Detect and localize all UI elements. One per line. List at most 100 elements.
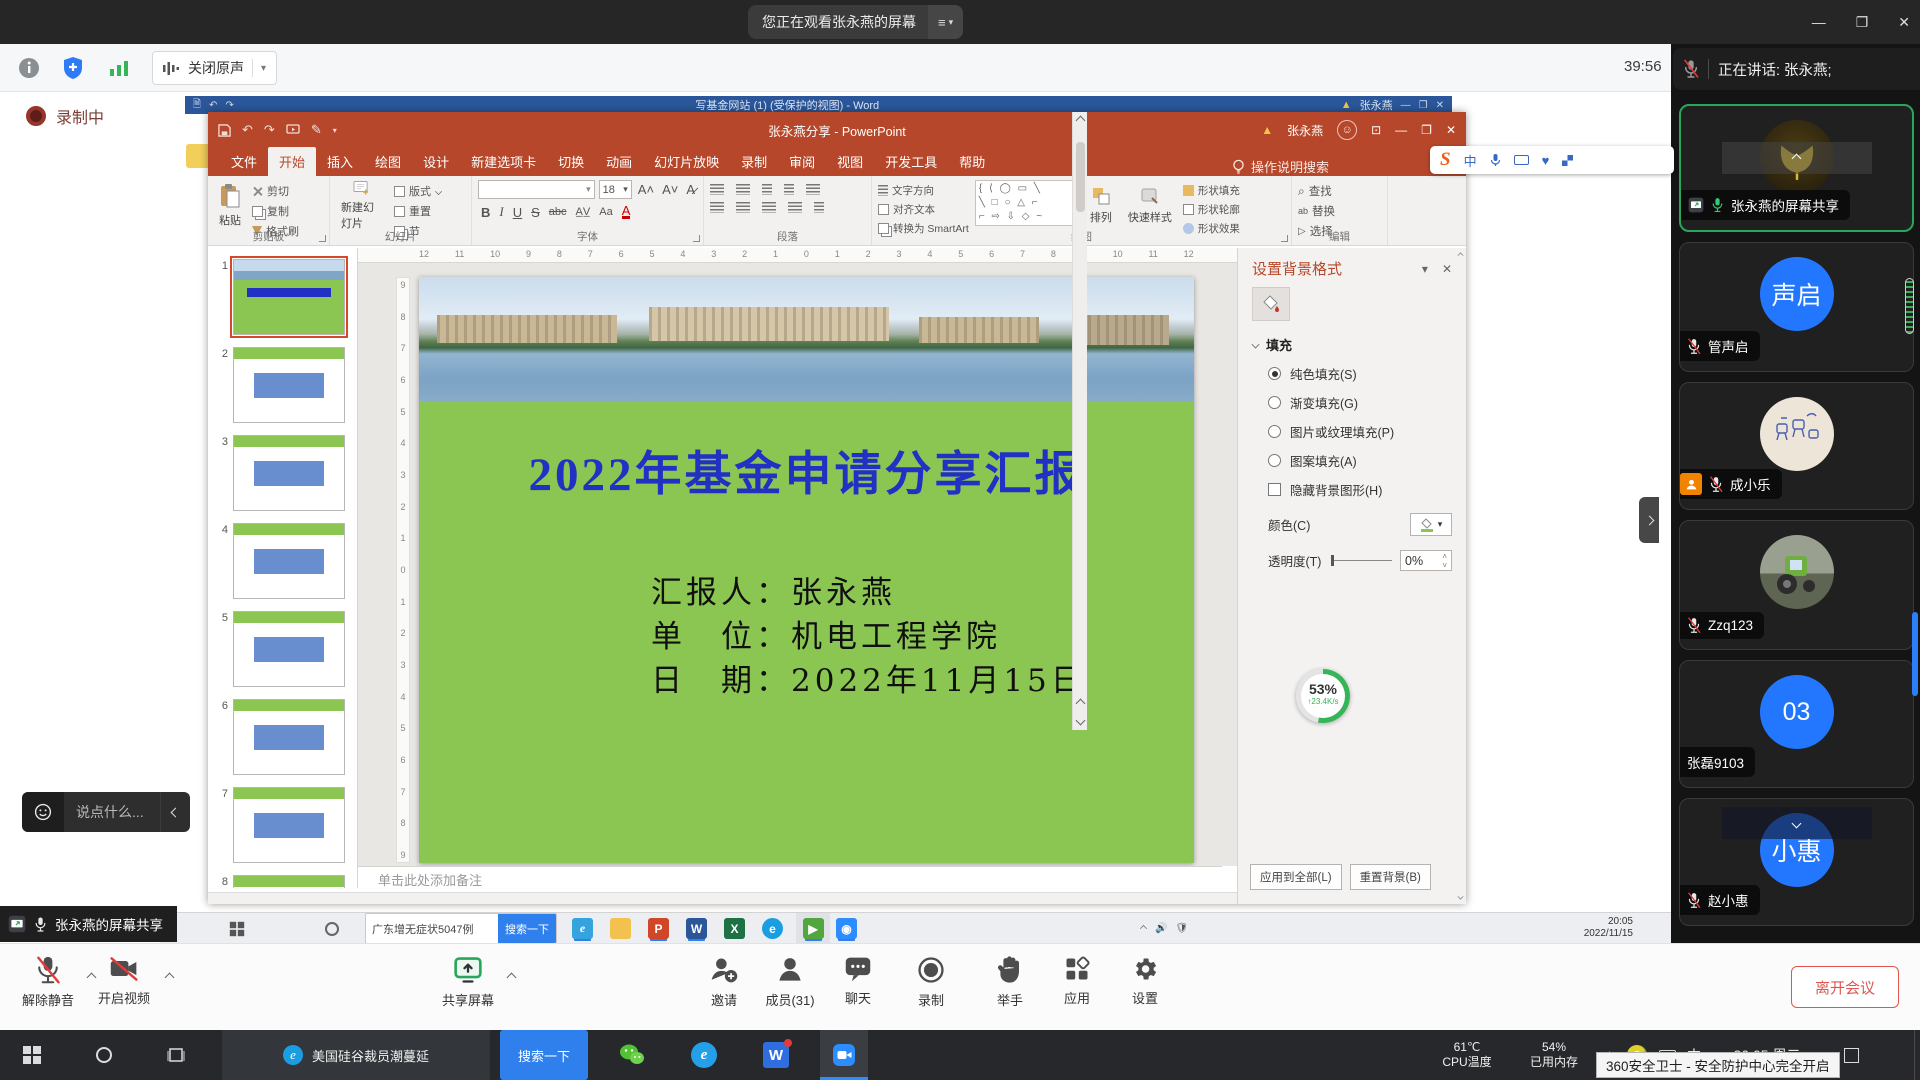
user-avatar-icon[interactable]: ☺ [1337,120,1357,140]
scroll-up-icon[interactable] [1075,116,1085,126]
participant-tile[interactable]: 03 张磊9103 [1679,660,1914,788]
font-color-button[interactable]: A [622,206,631,219]
ribbon-display-icon[interactable]: ⊡ [1371,123,1381,137]
video-options-chevron[interactable] [165,973,175,983]
redo-icon[interactable]: ↷ [225,100,233,111]
news-taskbar-button[interactable]: e 美国硅谷裁员潮蔓延 [222,1030,490,1080]
powerpoint-icon[interactable]: P [648,913,669,944]
fill-option-radio[interactable]: 渐变填充(G) [1268,393,1452,412]
unmute-button[interactable]: 解除静音 [6,955,90,1009]
font-size-select[interactable]: 18▾ [599,180,632,199]
ribbon-tab[interactable]: 新建选项卡 [460,147,547,176]
columns-icon[interactable] [814,202,824,213]
ribbon-tab[interactable]: 幻灯片放映 [643,147,730,176]
panel-scrollbar[interactable] [1455,252,1465,900]
decrease-indent-icon[interactable] [762,184,772,195]
show-desktop-sliver[interactable] [1914,1030,1920,1080]
save-icon[interactable] [218,124,231,137]
slideshow-icon[interactable] [286,124,300,136]
start-video-button[interactable]: 开启视频 [82,955,166,1007]
transparency-slider[interactable] [1331,560,1392,561]
dialog-launcher-icon[interactable] [693,235,700,242]
apply-to-all-button[interactable]: 应用到全部(L) [1250,864,1342,890]
color-picker-button[interactable]: ▾ [1410,513,1452,536]
view-menu-button[interactable]: ≡▾ [928,5,963,39]
folder-icon[interactable] [610,913,631,944]
slide-thumbnail[interactable]: 5 [216,611,351,688]
ime-mic-icon[interactable] [1490,153,1501,167]
fill-option-radio[interactable]: 图案填充(A) [1268,451,1452,470]
qq-browser-icon[interactable]: e [684,1030,724,1080]
slide-thumbnail[interactable]: 2 [216,347,351,424]
ppt-minimize-button[interactable]: — [1395,123,1407,137]
italic-button[interactable]: I [499,204,503,220]
ribbon-tab[interactable]: 帮助 [948,147,996,176]
task-view-icon[interactable] [158,1030,194,1080]
ime-mode-chinese[interactable]: 中 [1464,151,1477,170]
undo-icon[interactable]: ↶ [242,122,253,138]
ribbon-tab[interactable]: 设计 [412,147,460,176]
edge-icon[interactable]: e [762,913,783,944]
grow-font-button[interactable]: A˄ [636,182,656,197]
panel-close-icon[interactable]: ✕ [1442,262,1452,276]
performance-ball[interactable]: 53% ↑23.4K/s [1296,669,1350,723]
find-button[interactable]: ⌕查找 [1298,183,1335,199]
ribbon-tab[interactable]: 文件 [220,147,268,176]
participant-tile[interactable]: 声启 管声启 [1679,242,1914,372]
chat-placeholder[interactable]: 说点什么... [64,802,160,822]
reset-button[interactable]: 重置 [394,203,442,219]
next-slide-button[interactable] [1075,716,1085,726]
shape-outline-button[interactable]: 形状轮廓 [1183,202,1240,217]
start-button[interactable] [224,913,250,944]
undo-icon[interactable]: ↶ [209,100,217,111]
memory-widget[interactable]: 54% 已用内存 [1512,1030,1596,1080]
ribbon-tab[interactable]: 绘图 [364,147,412,176]
ime-keyboard-icon[interactable] [1514,155,1529,165]
sogou-logo-icon[interactable]: S [1440,149,1451,171]
maximize-button[interactable]: ❐ [1856,14,1869,31]
ppt-restore-button[interactable]: ❐ [1421,123,1432,137]
share-screen-button[interactable]: 共享屏幕 [426,955,510,1009]
new-slide-button[interactable]: 新建幻灯片 [336,180,388,231]
bold-button[interactable]: B [481,205,490,220]
increase-indent-icon[interactable] [784,184,794,195]
slide-thumbnail[interactable]: 6 [216,699,351,776]
excel-icon[interactable]: X [724,913,745,944]
taskbar-search-button[interactable]: 搜索一下 [500,1030,588,1080]
strikethrough-button[interactable]: S [531,205,540,220]
ribbon-tab[interactable]: 插入 [316,147,364,176]
clear-format-button[interactable]: A̷ [684,182,697,197]
dialog-launcher-icon[interactable] [1281,235,1288,242]
change-case-button[interactable]: Aa [599,206,612,218]
record-button[interactable]: 录制 [889,955,973,1009]
inner-tray[interactable]: 🔊🛡 [1140,913,1188,944]
collapse-down-band[interactable] [1722,807,1872,839]
previous-slide-button[interactable] [1075,699,1085,709]
arrange-button[interactable]: 排列 [1085,180,1117,231]
panel-collapse-tab[interactable] [1639,497,1659,543]
slide-body-text[interactable]: 汇报人：张永燕 单 位：机电工程学院 日 期：2022年11月15日 [651,571,1086,703]
network-signal-icon[interactable] [104,53,134,83]
ribbon-tab[interactable]: 开始 [268,147,316,176]
ribbon-tab[interactable]: 开发工具 [874,147,948,176]
ribbon-tab[interactable]: 切换 [547,147,595,176]
fill-option-radio[interactable]: 纯色填充(S) [1268,364,1452,383]
meeting-taskbar-icon[interactable] [820,1030,868,1080]
ribbon-tab[interactable]: 视图 [826,147,874,176]
ime-toolbar[interactable]: S 中 ♥ [1430,146,1674,174]
emoji-icon[interactable] [22,792,64,832]
search-go-button[interactable]: 搜索一下 [498,914,556,943]
participant-tile[interactable]: Zzq123 [1679,520,1914,650]
shape-fill-button[interactable]: 形状填充 [1183,183,1240,198]
word-minimize-button[interactable]: — [1401,100,1411,111]
slide-thumbnail[interactable]: 7 [216,787,351,864]
settings-button[interactable]: 设置 [1103,955,1187,1007]
ppt-titlebar[interactable]: ↶ ↷ ✎ ▾ 张永燕分享 - PowerPoint ▲ 张永燕 ☺ ⊡ — ❐… [208,112,1466,148]
hide-background-checkbox[interactable]: 隐藏背景图形(H) [1268,480,1452,499]
leave-meeting-button[interactable]: 离开会议 [1791,966,1899,1008]
caret-down-icon[interactable]: ▾ [333,126,337,135]
ppt-close-button[interactable]: ✕ [1446,123,1456,137]
copy-button[interactable]: 复制 [252,203,299,219]
panel-caret-icon[interactable]: ▾ [1422,262,1428,276]
reset-background-button[interactable]: 重置背景(B) [1350,864,1431,890]
